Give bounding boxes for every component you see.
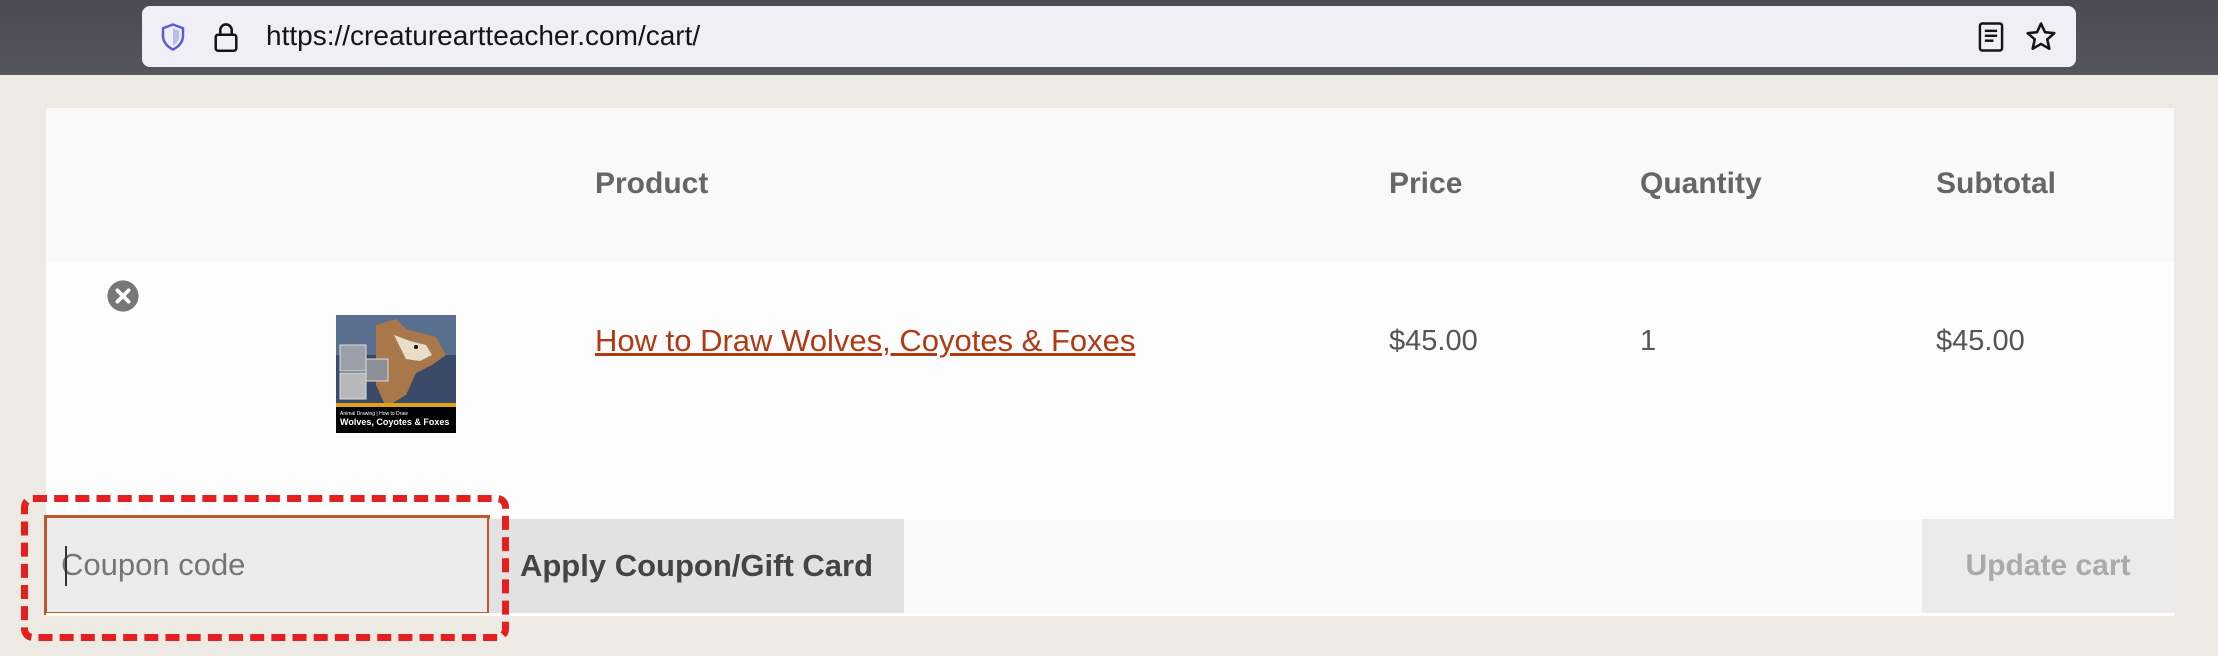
product-thumbnail[interactable]: Animal Drawing | How to Draw Wolves, Coy… (336, 315, 456, 433)
divider (46, 613, 2174, 616)
cart-table-header: Product Price Quantity Subtotal (46, 108, 2174, 262)
coupon-input[interactable] (61, 526, 471, 604)
update-cart-button[interactable]: Update cart (1922, 519, 2174, 613)
text-cursor (65, 546, 67, 586)
column-header-quantity: Quantity (1640, 167, 1762, 200)
product-link[interactable]: How to Draw Wolves, Coyotes & Foxes (595, 323, 1135, 359)
item-price: $45.00 (1389, 325, 1478, 357)
column-header-price: Price (1389, 167, 1463, 200)
remove-item-icon[interactable] (106, 279, 140, 313)
lock-icon[interactable] (212, 21, 240, 53)
url-text[interactable]: https://creatureartteacher.com/cart/ (266, 20, 700, 52)
coupon-field[interactable] (44, 515, 490, 615)
bookmark-star-icon[interactable] (2024, 20, 2058, 54)
column-header-subtotal: Subtotal (1936, 167, 2056, 200)
item-quantity[interactable]: 1 (1640, 325, 1656, 358)
browser-toolbar: https://creatureartteacher.com/cart/ (0, 0, 2218, 75)
address-bar[interactable]: https://creatureartteacher.com/cart/ (142, 6, 2076, 67)
thumbnail-caption: Animal Drawing | How to Draw Wolves, Coy… (340, 411, 449, 428)
item-subtotal: $45.00 (1936, 325, 2025, 357)
wolf-illustration (336, 315, 456, 407)
reader-view-icon[interactable] (1976, 21, 2006, 53)
thumbnail-caption-title: Wolves, Coyotes & Foxes (340, 417, 450, 427)
cart-table: Product Price Quantity Subtotal Animal D… (44, 108, 2174, 616)
column-header-product: Product (595, 167, 709, 200)
shield-icon[interactable] (158, 22, 188, 52)
cart-actions: Apply Coupon/Gift Card Update cart (44, 515, 2174, 615)
apply-coupon-button[interactable]: Apply Coupon/Gift Card (489, 519, 904, 613)
